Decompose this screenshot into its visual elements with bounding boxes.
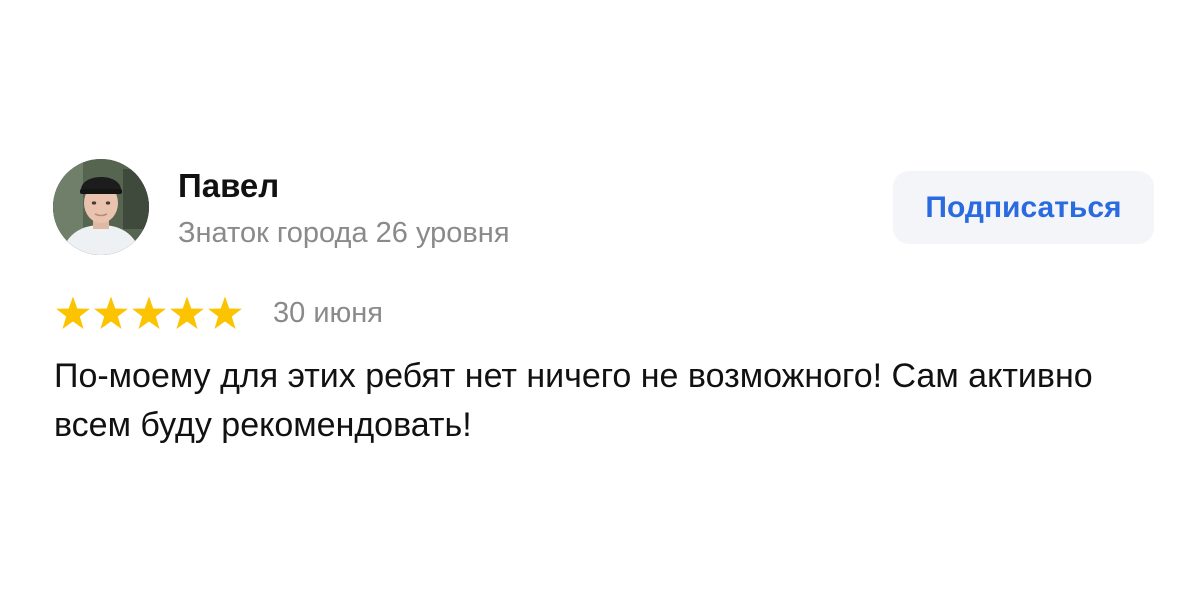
- avatar-photo: [53, 159, 149, 255]
- author-name[interactable]: Павел: [178, 166, 279, 206]
- avatar[interactable]: [53, 159, 149, 255]
- rating-row: 30 июня: [55, 293, 383, 333]
- review-text: По-моему для этих ребят нет ничего не во…: [54, 357, 1093, 444]
- review-card: Павел Знаток города 26 уровня Подписатьс…: [0, 0, 1200, 600]
- star-icon: [132, 296, 166, 330]
- star-icon: [94, 296, 128, 330]
- star-icon: [208, 296, 242, 330]
- star-icon: [170, 296, 204, 330]
- review-date: 30 июня: [273, 296, 383, 329]
- subscribe-button[interactable]: Подписаться: [893, 171, 1154, 244]
- author-level: Знаток города 26 уровня: [178, 217, 510, 249]
- star-rating: [55, 295, 243, 331]
- star-icon: [56, 296, 90, 330]
